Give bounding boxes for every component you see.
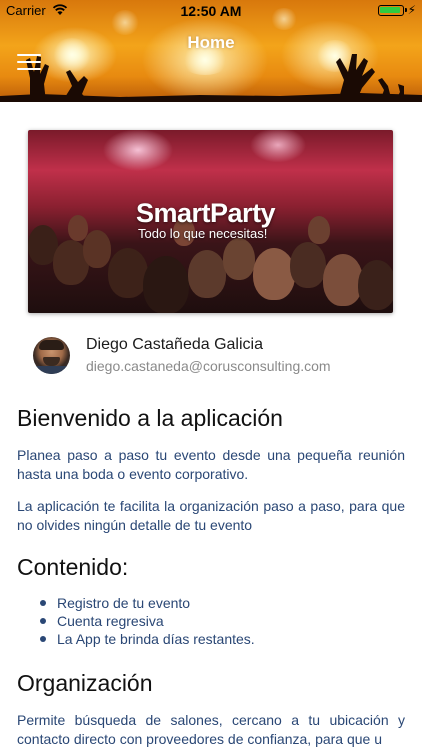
list-item: Registro de tu evento	[40, 594, 255, 612]
contents-heading: Contenido:	[17, 554, 129, 580]
hamburger-icon[interactable]	[17, 54, 41, 70]
charging-icon: ⚡	[407, 3, 416, 17]
user-profile: Diego Castañeda Galicia diego.castaneda@…	[33, 334, 403, 379]
list-item: La App te brinda días restantes.	[40, 630, 255, 648]
battery-icon	[378, 5, 407, 16]
organization-paragraph: Permite búsqueda de salones, cercano a t…	[17, 712, 405, 747]
list-item-label: La App te brinda días restantes.	[57, 631, 255, 647]
status-bar: Carrier 12:50 AM ⚡	[0, 0, 422, 22]
banner-image: SmartParty Todo lo que necesitas!	[28, 130, 393, 313]
bullet-icon	[40, 636, 46, 642]
bullet-icon	[40, 618, 46, 624]
bullet-icon	[40, 600, 46, 606]
clock: 12:50 AM	[180, 3, 242, 19]
user-email: diego.castaneda@corusconsulting.com	[86, 358, 331, 374]
organization-heading: Organización	[17, 670, 153, 696]
list-item-label: Cuenta regresiva	[57, 613, 164, 629]
welcome-paragraph-1: Planea paso a paso tu evento desde una p…	[17, 447, 405, 482]
contents-list: Registro de tu evento Cuenta regresiva L…	[40, 594, 255, 648]
welcome-heading: Bienvenido a la aplicación	[17, 405, 283, 431]
user-name: Diego Castañeda Galicia	[86, 336, 263, 353]
list-item: Cuenta regresiva	[40, 612, 255, 630]
banner-title: SmartParty	[136, 198, 276, 228]
header: Carrier 12:50 AM ⚡ Home	[0, 0, 422, 102]
list-item-label: Registro de tu evento	[57, 595, 191, 611]
avatar	[33, 337, 70, 374]
main-content[interactable]: SmartParty Todo lo que necesitas! Diego …	[0, 102, 422, 750]
banner-subtitle: Todo lo que necesitas!	[138, 226, 268, 241]
welcome-paragraph-2: La aplicación te facilita la organizació…	[17, 498, 405, 533]
page-title: Home	[187, 33, 235, 52]
